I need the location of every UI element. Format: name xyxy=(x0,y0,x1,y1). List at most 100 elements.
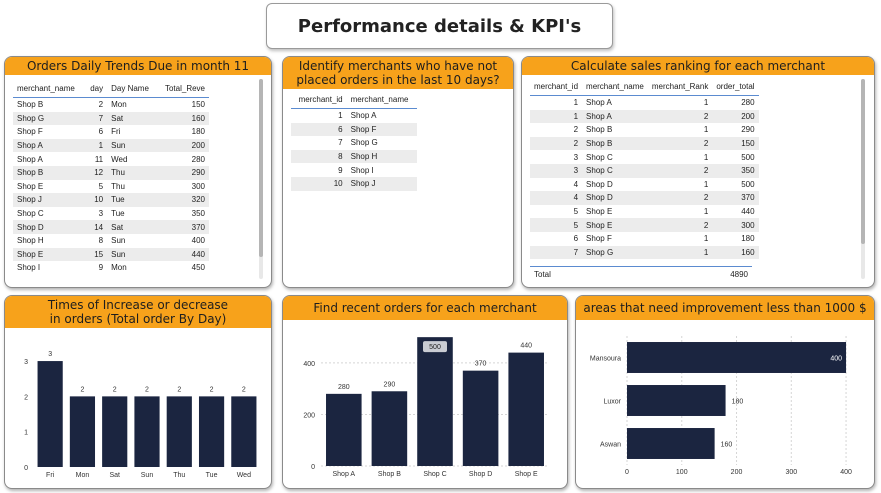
orders-daily-cell: Shop G xyxy=(13,111,85,126)
no-orders-table-row[interactable]: 9 Shop I xyxy=(291,163,417,177)
orders-daily-column-header[interactable]: day xyxy=(84,80,108,98)
no-orders-cell: Shop A xyxy=(350,111,377,121)
orders-daily-column-header[interactable]: merchant_name xyxy=(13,80,85,98)
bar[interactable] xyxy=(166,396,192,467)
data-label: 160 xyxy=(721,442,733,449)
y-tick-label: 0 xyxy=(311,464,315,471)
sales-ranking-table-row[interactable]: 1 Shop A 1 280 xyxy=(530,96,759,110)
orders-daily-table-row[interactable]: Shop J 10 Tue 320 xyxy=(13,193,209,207)
data-label: 2 xyxy=(80,386,84,393)
orders-daily-table-row[interactable]: Shop A 1 Sun 200 xyxy=(13,138,209,153)
sales-ranking-column-header[interactable]: merchant_name xyxy=(582,78,648,96)
bar[interactable] xyxy=(462,370,499,466)
orders-daily-table-row[interactable]: Shop H 8 Sun 400 xyxy=(13,234,209,248)
total-label: Total xyxy=(534,270,551,279)
bar[interactable] xyxy=(231,396,257,467)
orders-daily-cell: 370 xyxy=(156,220,209,234)
bar[interactable] xyxy=(37,361,63,467)
orders-daily-table-row[interactable]: Shop E 5 Thu 300 xyxy=(13,180,209,194)
sales-ranking-table-row[interactable]: 1 Shop A 2 200 xyxy=(530,109,759,124)
bar[interactable] xyxy=(417,337,453,466)
data-label: 440 xyxy=(520,343,532,350)
y-tick-label: Aswan xyxy=(600,442,621,449)
orders-daily-table-row[interactable]: Shop E 15 Sun 440 xyxy=(13,247,209,262)
sales-ranking-scrollbar[interactable] xyxy=(861,79,865,279)
sales-ranking-table-row[interactable]: 4 Shop D 2 370 xyxy=(530,191,759,205)
sales-ranking-cell: 500 xyxy=(741,179,755,189)
bar[interactable] xyxy=(627,342,847,373)
x-tick-label: Wed xyxy=(237,472,251,479)
bar[interactable] xyxy=(134,396,160,467)
improvement-areas-chart: 0 100 200 300 400 400 Mansoura 180 Luxor 160 Aswan xyxy=(590,336,852,476)
no-orders-table-row[interactable]: 8 Shop H xyxy=(291,149,417,164)
sales-ranking-cell: Shop A xyxy=(586,98,612,108)
orders-daily-cell: 11 xyxy=(94,154,104,164)
no-orders-column-header[interactable]: merchant_id xyxy=(291,91,347,109)
orders-daily-column-header[interactable]: Total_Reve xyxy=(156,80,209,98)
orders-daily-table-row[interactable]: Shop B 12 Thu 290 xyxy=(13,165,209,180)
bar[interactable] xyxy=(102,396,128,467)
orders-daily-table-row[interactable]: Shop B 2 Mon 150 xyxy=(13,98,209,112)
no-orders-table-row[interactable]: 6 Shop F xyxy=(291,122,417,137)
sales-ranking-table-row[interactable]: 6 Shop F 1 180 xyxy=(530,232,759,246)
sales-ranking-table-row[interactable]: 3 Shop C 1 500 xyxy=(530,150,759,164)
orders-daily-cell: 14 xyxy=(84,220,108,234)
sales-ranking-cell: Shop F xyxy=(586,234,612,244)
orders-daily-cell: 1 xyxy=(84,138,108,153)
sales-ranking-table-row[interactable]: 5 Shop E 1 440 xyxy=(530,205,759,219)
orders-daily-cell: 400 xyxy=(191,236,205,246)
bar[interactable] xyxy=(627,428,715,459)
sales-ranking-column-header[interactable]: merchant_id xyxy=(530,78,583,96)
sales-ranking-cell: 280 xyxy=(741,98,755,108)
orders-daily-cell: Shop D xyxy=(13,220,85,234)
orders-daily-table-row[interactable]: Shop F 6 Fri 180 xyxy=(13,125,209,139)
sales-ranking-table-row[interactable]: 5 Shop E 2 300 xyxy=(530,218,759,232)
sales-ranking-table-row[interactable]: 3 Shop C 2 350 xyxy=(530,163,759,178)
sales-ranking-cell: Shop C xyxy=(586,152,613,162)
x-tick-label: 100 xyxy=(676,469,688,476)
sales-ranking-scroll-thumb[interactable] xyxy=(861,79,865,244)
bar[interactable] xyxy=(326,393,362,466)
data-label: 2 xyxy=(113,386,117,393)
orders-daily-scrollbar[interactable] xyxy=(259,79,263,279)
sales-ranking-card: Calculate sales ranking for each merchan… xyxy=(521,56,875,288)
sales-ranking-cell: Shop G xyxy=(582,245,648,260)
sales-ranking-table-row[interactable]: 7 Shop G 1 160 xyxy=(530,245,759,260)
sales-ranking-table-row[interactable]: 2 Shop B 2 150 xyxy=(530,136,759,151)
bar[interactable] xyxy=(627,385,726,416)
orders-daily-table-row[interactable]: Shop C 3 Tue 350 xyxy=(13,207,209,221)
bar[interactable] xyxy=(69,396,96,467)
orders-daily-cell: Thu xyxy=(111,181,125,191)
orders-daily-scroll-thumb[interactable] xyxy=(259,79,263,257)
sales-ranking-column-header[interactable]: merchant_Rank xyxy=(647,78,713,96)
orders-by-day-card: Times of Increase or decrease in orders … xyxy=(4,295,272,489)
orders-daily-cell: 350 xyxy=(191,209,205,219)
no-orders-cell: 8 xyxy=(291,149,347,164)
orders-daily-cell: 15 xyxy=(84,247,108,262)
no-orders-column-header[interactable]: merchant_name xyxy=(346,91,417,109)
orders-daily-table-row[interactable]: Shop I 9 Mon 450 xyxy=(13,261,209,275)
orders-daily-table-row[interactable]: Shop A 11 Wed 280 xyxy=(13,152,209,166)
sales-ranking-cell: 180 xyxy=(741,234,755,244)
sales-ranking-title: Calculate sales ranking for each merchan… xyxy=(522,57,874,75)
sales-ranking-cell: 3 xyxy=(573,152,579,162)
bar[interactable] xyxy=(371,391,408,466)
sales-ranking-table-row[interactable]: 4 Shop D 1 500 xyxy=(530,178,759,192)
y-tick-label: 200 xyxy=(303,412,315,419)
orders-daily-cell: Sun xyxy=(107,138,157,153)
orders-daily-cell: Tue xyxy=(111,209,125,219)
bar[interactable] xyxy=(508,352,544,466)
sales-ranking-table-row[interactable]: 2 Shop B 1 290 xyxy=(530,123,759,137)
data-label: 3 xyxy=(48,351,52,358)
orders-daily-column-header[interactable]: Day Name xyxy=(107,80,157,98)
orders-daily-table-row[interactable]: Shop D 14 Sat 370 xyxy=(13,220,209,234)
no-orders-table-row[interactable]: 1 Shop A xyxy=(291,109,417,123)
y-tick-label: 0 xyxy=(24,465,28,472)
sales-ranking-total-row: Total 4890 xyxy=(530,266,752,282)
no-orders-table-row[interactable]: 10 Shop J xyxy=(291,176,417,191)
bar[interactable] xyxy=(198,396,225,467)
orders-daily-cell: Shop C xyxy=(17,209,44,219)
sales-ranking-column-header[interactable]: order_total xyxy=(712,78,759,96)
orders-daily-table-row[interactable]: Shop G 7 Sat 160 xyxy=(13,111,209,126)
no-orders-table-row[interactable]: 7 Shop G xyxy=(291,136,417,150)
